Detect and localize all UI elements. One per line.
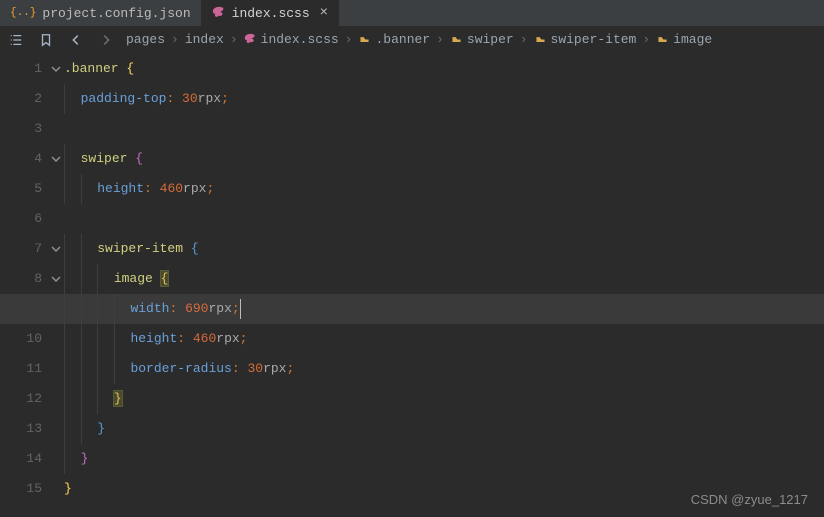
- breadcrumb-item[interactable]: .banner: [358, 32, 430, 47]
- fold-toggle: [48, 414, 64, 444]
- code-line[interactable]: width: 690rpx;: [64, 294, 824, 324]
- line-number: 5: [0, 174, 42, 204]
- tab-index-scss[interactable]: index.scss ×: [202, 0, 339, 26]
- code-line[interactable]: }: [64, 384, 824, 414]
- fold-toggle: [48, 84, 64, 114]
- close-icon[interactable]: ×: [320, 5, 328, 21]
- line-number: 14: [0, 444, 42, 474]
- code-line[interactable]: [64, 114, 824, 144]
- line-number: 12: [0, 384, 42, 414]
- line-gutter: 123456789101112131415: [0, 54, 48, 504]
- code-line[interactable]: height: 460rpx;: [64, 174, 824, 204]
- selector-icon: [358, 33, 371, 46]
- line-number: 6: [0, 204, 42, 234]
- selector-icon: [656, 33, 669, 46]
- breadcrumb-item[interactable]: image: [656, 32, 712, 47]
- fold-toggle[interactable]: [48, 144, 64, 174]
- line-number: 7: [0, 234, 42, 264]
- fold-toggle: [48, 444, 64, 474]
- code-line[interactable]: [64, 204, 824, 234]
- json-icon: {..}: [10, 7, 36, 19]
- fold-toggle: [48, 354, 64, 384]
- line-number: 13: [0, 414, 42, 444]
- tab-label: project.config.json: [42, 6, 190, 21]
- chevron-right-icon: ›: [228, 32, 240, 47]
- fold-toggle: [48, 384, 64, 414]
- toolbar: pages › index › index.scss › .banner › s…: [0, 26, 824, 54]
- code-line[interactable]: .banner {: [64, 54, 824, 84]
- code-body[interactable]: .banner { padding-top: 30rpx; swiper { h…: [64, 54, 824, 504]
- breadcrumb: pages › index › index.scss › .banner › s…: [126, 32, 712, 47]
- code-line[interactable]: }: [64, 444, 824, 474]
- line-number: 1: [0, 54, 42, 84]
- code-editor[interactable]: 123456789101112131415 .banner { padding-…: [0, 54, 824, 504]
- fold-toggle[interactable]: [48, 264, 64, 294]
- line-number: 8: [0, 264, 42, 294]
- line-number: 15: [0, 474, 42, 504]
- watermark: CSDN @zyue_1217: [691, 492, 808, 507]
- chevron-right-icon: ›: [169, 32, 181, 47]
- code-line[interactable]: border-radius: 30rpx;: [64, 354, 824, 384]
- breadcrumb-item[interactable]: index: [185, 32, 224, 47]
- fold-column: [48, 54, 64, 504]
- line-number: 10: [0, 324, 42, 354]
- caret: [240, 299, 241, 319]
- code-line[interactable]: swiper {: [64, 144, 824, 174]
- fold-toggle: [48, 204, 64, 234]
- chevron-right-icon: ›: [518, 32, 530, 47]
- code-line[interactable]: height: 460rpx;: [64, 324, 824, 354]
- fold-toggle: [48, 114, 64, 144]
- bookmark-icon[interactable]: [36, 30, 56, 50]
- line-number: 2: [0, 84, 42, 114]
- breadcrumb-item[interactable]: pages: [126, 32, 165, 47]
- code-line[interactable]: swiper-item {: [64, 234, 824, 264]
- line-number: 11: [0, 354, 42, 384]
- selector-icon: [450, 33, 463, 46]
- tab-label: index.scss: [232, 6, 310, 21]
- code-line[interactable]: }: [64, 414, 824, 444]
- list-icon[interactable]: [6, 30, 26, 50]
- tab-bar: {..} project.config.json index.scss ×: [0, 0, 824, 26]
- chevron-right-icon: ›: [343, 32, 355, 47]
- chevron-right-icon: ›: [640, 32, 652, 47]
- breadcrumb-item[interactable]: swiper: [450, 32, 514, 47]
- forward-icon[interactable]: [96, 30, 116, 50]
- scss-icon: [244, 33, 257, 46]
- breadcrumb-item[interactable]: index.scss: [244, 32, 339, 47]
- fold-toggle[interactable]: [48, 234, 64, 264]
- line-number: 4: [0, 144, 42, 174]
- chevron-right-icon: ›: [434, 32, 446, 47]
- scss-icon: [212, 6, 226, 20]
- code-line[interactable]: image {: [64, 264, 824, 294]
- line-number: 3: [0, 114, 42, 144]
- breadcrumb-item[interactable]: swiper-item: [534, 32, 637, 47]
- back-icon[interactable]: [66, 30, 86, 50]
- fold-toggle: [48, 174, 64, 204]
- fold-toggle[interactable]: [48, 54, 64, 84]
- tab-project-config[interactable]: {..} project.config.json: [0, 0, 202, 26]
- code-line[interactable]: padding-top: 30rpx;: [64, 84, 824, 114]
- fold-toggle: [48, 474, 64, 504]
- selector-icon: [534, 33, 547, 46]
- fold-toggle: [48, 324, 64, 354]
